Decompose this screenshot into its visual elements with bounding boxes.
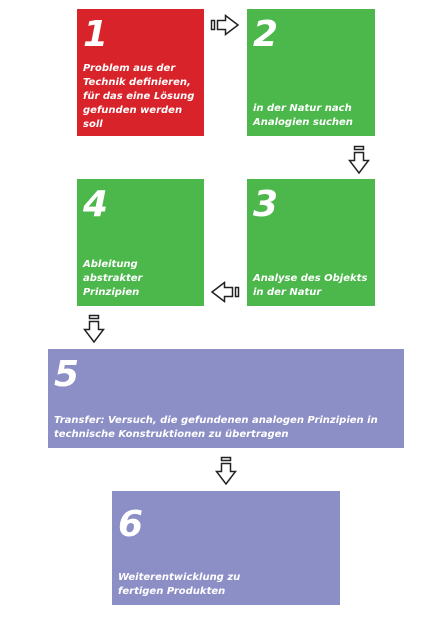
step-1-text: Problem aus der Technik definieren, für … xyxy=(83,63,195,130)
step-2-number: 2 xyxy=(253,14,279,55)
arrow-down-icon xyxy=(215,456,237,486)
step-4-text: Ableitung abstrakter Prinzipien xyxy=(83,259,143,298)
arrow-left-icon xyxy=(210,281,240,303)
arrow-right-icon xyxy=(210,14,240,36)
step-5-number: 5 xyxy=(54,354,80,395)
step-3-number: 3 xyxy=(253,184,279,225)
step-6-box: 6 Weiterentwicklung zu fertigen Produkte… xyxy=(112,491,340,605)
step-6-text: Weiterentwicklung zu fertigen Produkten xyxy=(118,572,241,597)
step-2-text: in der Natur nach Analogien suchen xyxy=(253,103,353,128)
arrow-down-icon xyxy=(348,145,370,175)
step-2-box: 2 in der Natur nach Analogien suchen xyxy=(247,9,375,136)
step-6-number: 6 xyxy=(118,504,144,545)
step-4-number: 4 xyxy=(83,184,109,225)
step-4-box: 4 Ableitung abstrakter Prinzipien xyxy=(77,179,204,306)
step-5-text: Transfer: Versuch, die gefundenen analog… xyxy=(54,415,378,440)
step-3-box: 3 Analyse des Objekts in der Natur xyxy=(247,179,375,306)
step-1-number: 1 xyxy=(83,14,109,55)
arrow-down-icon xyxy=(83,314,105,344)
step-1-box: 1 Problem aus der Technik definieren, fü… xyxy=(77,9,204,136)
step-3-text: Analyse des Objekts in der Natur xyxy=(253,273,368,298)
step-5-box: 5 Transfer: Versuch, die gefundenen anal… xyxy=(48,349,404,448)
